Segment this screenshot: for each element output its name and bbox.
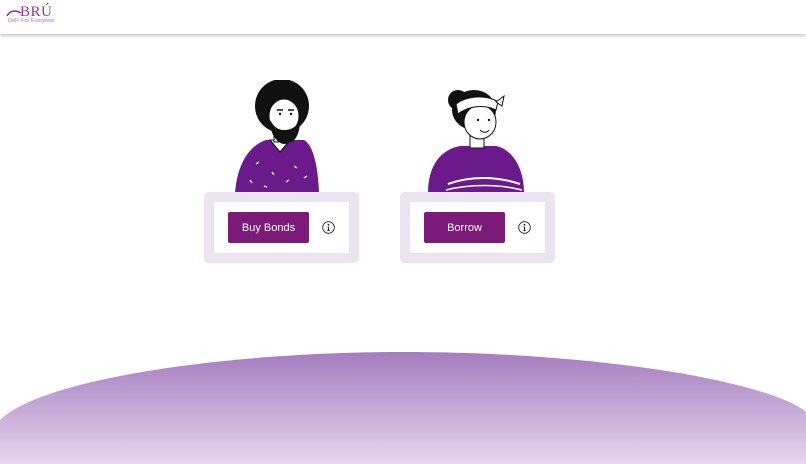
info-icon[interactable]: [322, 221, 335, 234]
bru-logo[interactable]: BRÚ DeFi For Everyone: [6, 3, 66, 29]
info-icon[interactable]: [518, 221, 531, 234]
borrow-button[interactable]: Borrow: [424, 212, 505, 243]
borrow-section: Borrow: [400, 80, 555, 265]
borrow-card: Borrow: [400, 192, 555, 263]
logo-tagline: DeFi For Everyone: [8, 18, 55, 24]
buy-bonds-button[interactable]: Buy Bonds: [228, 212, 309, 243]
buy-bonds-card: Buy Bonds: [204, 192, 359, 263]
woman-illustration: [428, 90, 524, 193]
buy-bonds-section: Buy Bonds: [204, 80, 359, 265]
top-bar: BRÚ DeFi For Everyone: [0, 0, 806, 34]
borrow-card-inner: Borrow: [410, 202, 545, 253]
man-illustration: [235, 80, 319, 193]
buy-bonds-card-inner: Buy Bonds: [214, 202, 349, 253]
